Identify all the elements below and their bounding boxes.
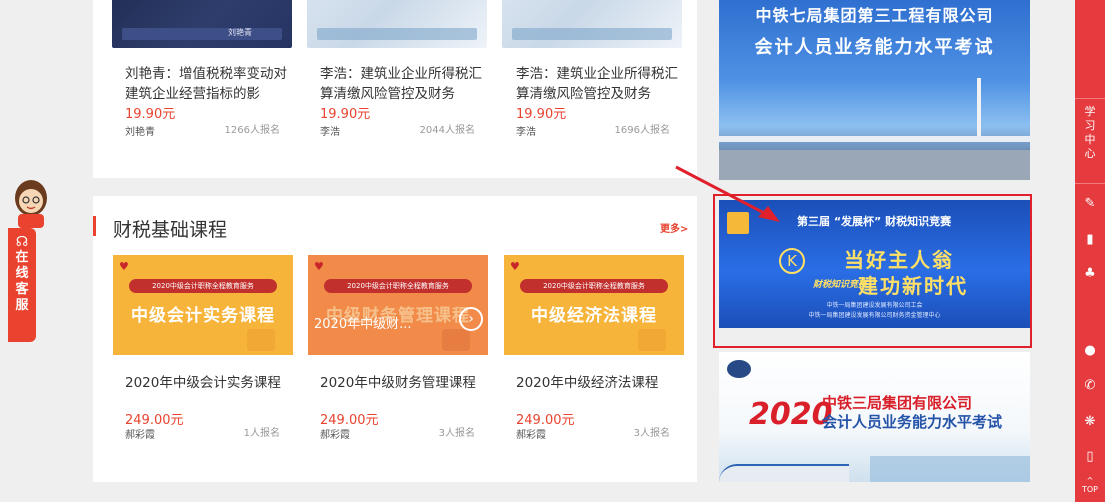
course-signup-count: 2044人报名	[419, 125, 475, 136]
brand-logo-icon: ♥	[314, 260, 324, 273]
tile-course-name: 中级会计实务课程	[131, 306, 275, 326]
city-skyline	[870, 456, 1030, 482]
service-label-char: 线	[15, 266, 29, 281]
course-author: 李浩	[516, 127, 536, 138]
bridge-tower	[977, 78, 981, 140]
company-logo-icon	[727, 360, 751, 378]
wechat-icon[interactable]: ❋	[1075, 414, 1105, 429]
bell-icon[interactable]: ♣	[1075, 266, 1105, 281]
online-service-button[interactable]: ☊ 在 线 客 服	[8, 228, 36, 342]
course-signup-count: 1696人报名	[614, 125, 670, 136]
study-label-char: 学	[1084, 105, 1096, 118]
thumbnail-caption: 刘艳青	[228, 28, 252, 37]
service-label-char: 服	[15, 298, 29, 313]
tile-banner: 2020中级会计职称全程教育服务	[324, 279, 472, 293]
headset-icon: ☊	[15, 234, 29, 250]
banner-year: 2020	[749, 397, 833, 432]
tile-decoration	[442, 329, 470, 351]
study-label-char: 中	[1084, 133, 1096, 146]
thumbnail-decoration	[512, 28, 672, 40]
section-title: 财税基础课程	[113, 219, 228, 241]
course-author: 郝彩霞	[516, 430, 546, 441]
course-author: 郝彩霞	[125, 430, 155, 441]
study-label-char: 习	[1084, 119, 1096, 132]
brand-logo-icon: ♥	[510, 260, 520, 273]
course-signup-count: 1266人报名	[224, 125, 280, 136]
service-label-char: 客	[15, 282, 29, 297]
course-thumbnail[interactable]	[307, 0, 487, 48]
tile-decoration	[638, 329, 666, 351]
thumbnail-decoration	[122, 28, 282, 40]
section-accent-bar	[93, 216, 96, 236]
course-thumbnail[interactable]: 刘艳青	[112, 0, 292, 48]
course-author: 李浩	[320, 127, 340, 138]
tile-hover-title: 2020年中级财...	[314, 317, 412, 332]
user-icon[interactable]: ●	[1075, 343, 1105, 358]
course-signup-count: 3人报名	[633, 428, 670, 439]
course-title[interactable]: 刘艳青：增值税税率变动对建筑企业经营指标的影	[125, 64, 295, 104]
course-thumbnail[interactable]: ♥ 2020中级会计职称全程教育服务 中级财务管理课程 2020年中级财... …	[308, 255, 488, 355]
course-price: 19.90元	[516, 107, 567, 122]
play-icon[interactable]: ›	[459, 307, 483, 331]
exam-banner-crcc3[interactable]: 2020 中铁三局集团有限公司 会计人员业务能力水平考试	[719, 352, 1030, 482]
banner-company: 中铁七局集团第三工程有限公司	[755, 6, 994, 25]
course-price: 19.90元	[125, 107, 176, 122]
course-title[interactable]: 李浩：建筑业企业所得税汇算清缴风险管控及财务	[320, 64, 490, 104]
course-thumbnail[interactable]: ♥ 2020中级会计职称全程教育服务 中级经济法课程	[504, 255, 684, 355]
phone-icon[interactable]: ✆	[1075, 378, 1105, 393]
brand-logo-icon: ♥	[119, 260, 129, 273]
tile-banner: 2020中级会计职称全程教育服务	[129, 279, 277, 293]
bridge-deck	[719, 136, 1030, 142]
mobile-icon[interactable]: ▯	[1075, 449, 1105, 464]
top-label: TOP	[1081, 485, 1098, 494]
book-icon[interactable]: ▮	[1075, 232, 1105, 247]
edit-icon[interactable]: ✎	[1075, 196, 1105, 211]
tile-banner: 2020中级会计职称全程教育服务	[520, 279, 668, 293]
study-center-button[interactable]: 学 习 中 心	[1075, 98, 1105, 184]
back-to-top-button[interactable]: ^ TOP	[1075, 476, 1105, 494]
course-title[interactable]: 2020年中级会计实务课程	[125, 371, 281, 391]
tile-course-name: 中级经济法课程	[531, 306, 657, 326]
study-label-char: 心	[1084, 147, 1096, 160]
service-avatar-icon[interactable]	[8, 178, 54, 228]
banner-company: 中铁三局集团有限公司	[822, 394, 973, 412]
course-title[interactable]: 2020年中级财务管理课程	[320, 371, 476, 391]
banner-exam-title: 会计人员业务能力水平考试	[822, 413, 1003, 431]
course-author: 郝彩霞	[320, 430, 350, 441]
banner-exam-title: 会计人员业务能力水平考试	[754, 37, 995, 58]
annotation-arrow-icon	[675, 165, 780, 222]
course-signup-count: 1人报名	[243, 428, 280, 439]
course-thumbnail[interactable]: ♥ 2020中级会计职称全程教育服务 中级会计实务课程	[113, 255, 293, 355]
thumbnail-decoration	[317, 28, 477, 40]
course-author: 刘艳青	[125, 127, 155, 138]
course-price: 19.90元	[320, 107, 371, 122]
right-toolbar: 学 习 中 心 ✎ ▮ ♣ ● ✆ ❋ ▯ ^ TOP	[1075, 0, 1105, 502]
course-title[interactable]: 2020年中级经济法课程	[516, 371, 658, 391]
course-signup-count: 3人报名	[438, 428, 475, 439]
course-title[interactable]: 李浩：建筑业企业所得税汇算清缴风险管控及财务	[516, 64, 686, 104]
chevron-up-icon: ^	[1086, 476, 1094, 485]
tile-decoration	[247, 329, 275, 351]
train-illustration	[719, 464, 849, 482]
course-thumbnail[interactable]	[502, 0, 682, 48]
exam-banner-crcc7[interactable]: 中铁七局集团第三工程有限公司 会计人员业务能力水平考试	[719, 0, 1030, 180]
service-label-char: 在	[15, 250, 29, 265]
